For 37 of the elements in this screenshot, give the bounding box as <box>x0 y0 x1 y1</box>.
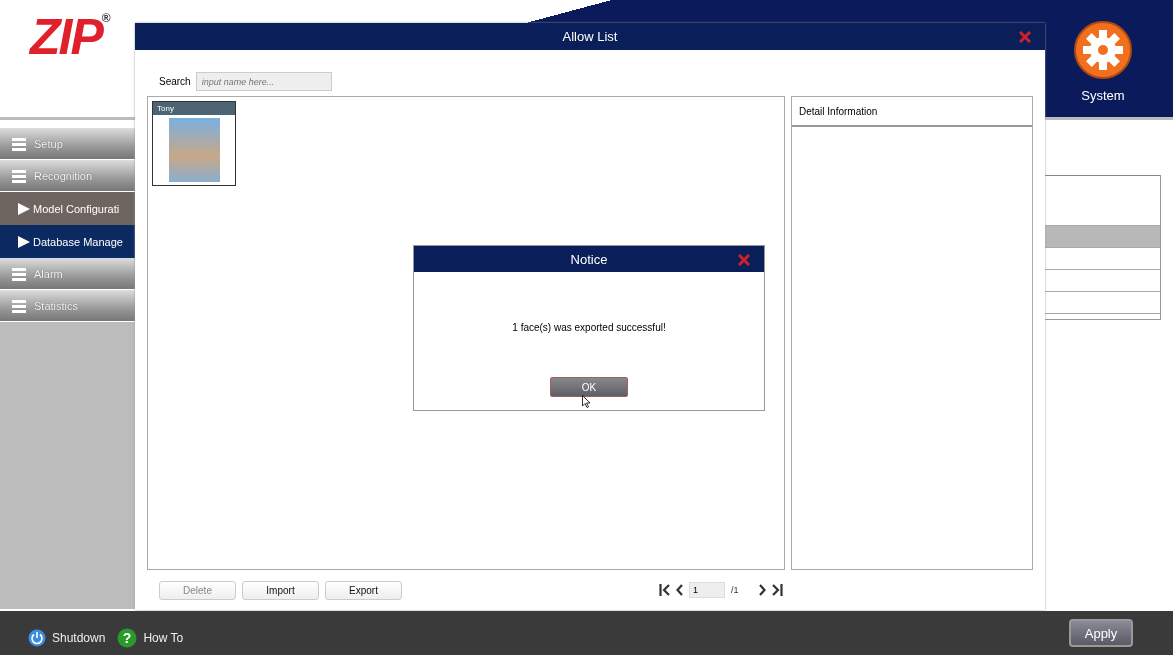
notice-message: 1 face(s) was exported successful! <box>511 322 667 333</box>
action-button[interactable]: Import <box>242 580 319 600</box>
action-button[interactable]: Export <box>325 580 402 600</box>
last-page-icon[interactable] <box>771 584 783 596</box>
menu-icon <box>12 168 26 183</box>
notice-title: Notice <box>570 251 608 267</box>
dialog-title: Allow List <box>562 29 618 44</box>
search-field[interactable]: input name here... <box>195 72 332 91</box>
menu-icon <box>12 298 26 313</box>
help-icon[interactable]: ? <box>117 628 138 648</box>
how-to-link[interactable]: How To <box>143 631 184 645</box>
page-field[interactable]: 1 <box>689 582 725 598</box>
gear-icon[interactable] <box>1073 20 1133 80</box>
face-card[interactable]: Tony <box>152 101 236 186</box>
detail-heading: Detail Information <box>792 97 1032 127</box>
apply-button[interactable]: Apply <box>1069 619 1133 647</box>
close-icon[interactable] <box>738 254 750 266</box>
menu-icon <box>12 136 26 151</box>
play-arrow-icon <box>18 202 30 215</box>
play-arrow-icon <box>18 235 30 248</box>
page-total: /1 <box>731 585 739 595</box>
previous-page-icon[interactable] <box>676 584 683 596</box>
mouse-cursor-icon <box>582 395 591 408</box>
menu-icon <box>12 266 26 281</box>
photo-placeholder <box>168 118 220 182</box>
ok-button[interactable]: OK <box>550 377 628 397</box>
submenu-item[interactable]: Database Manage <box>0 225 135 258</box>
submenu-item[interactable]: Model Configurati <box>0 192 135 225</box>
next-page-icon[interactable] <box>758 584 766 596</box>
face-name: Tony <box>153 102 235 115</box>
shutdown-link[interactable]: Shutdown <box>52 631 106 645</box>
logo-text: ZIP$^{®}$ <box>30 12 109 62</box>
search-label: Search <box>159 76 191 87</box>
system-label[interactable]: System <box>1081 88 1125 103</box>
close-icon[interactable] <box>1019 31 1031 43</box>
first-page-icon[interactable] <box>659 584 670 596</box>
power-icon[interactable] <box>28 629 46 647</box>
